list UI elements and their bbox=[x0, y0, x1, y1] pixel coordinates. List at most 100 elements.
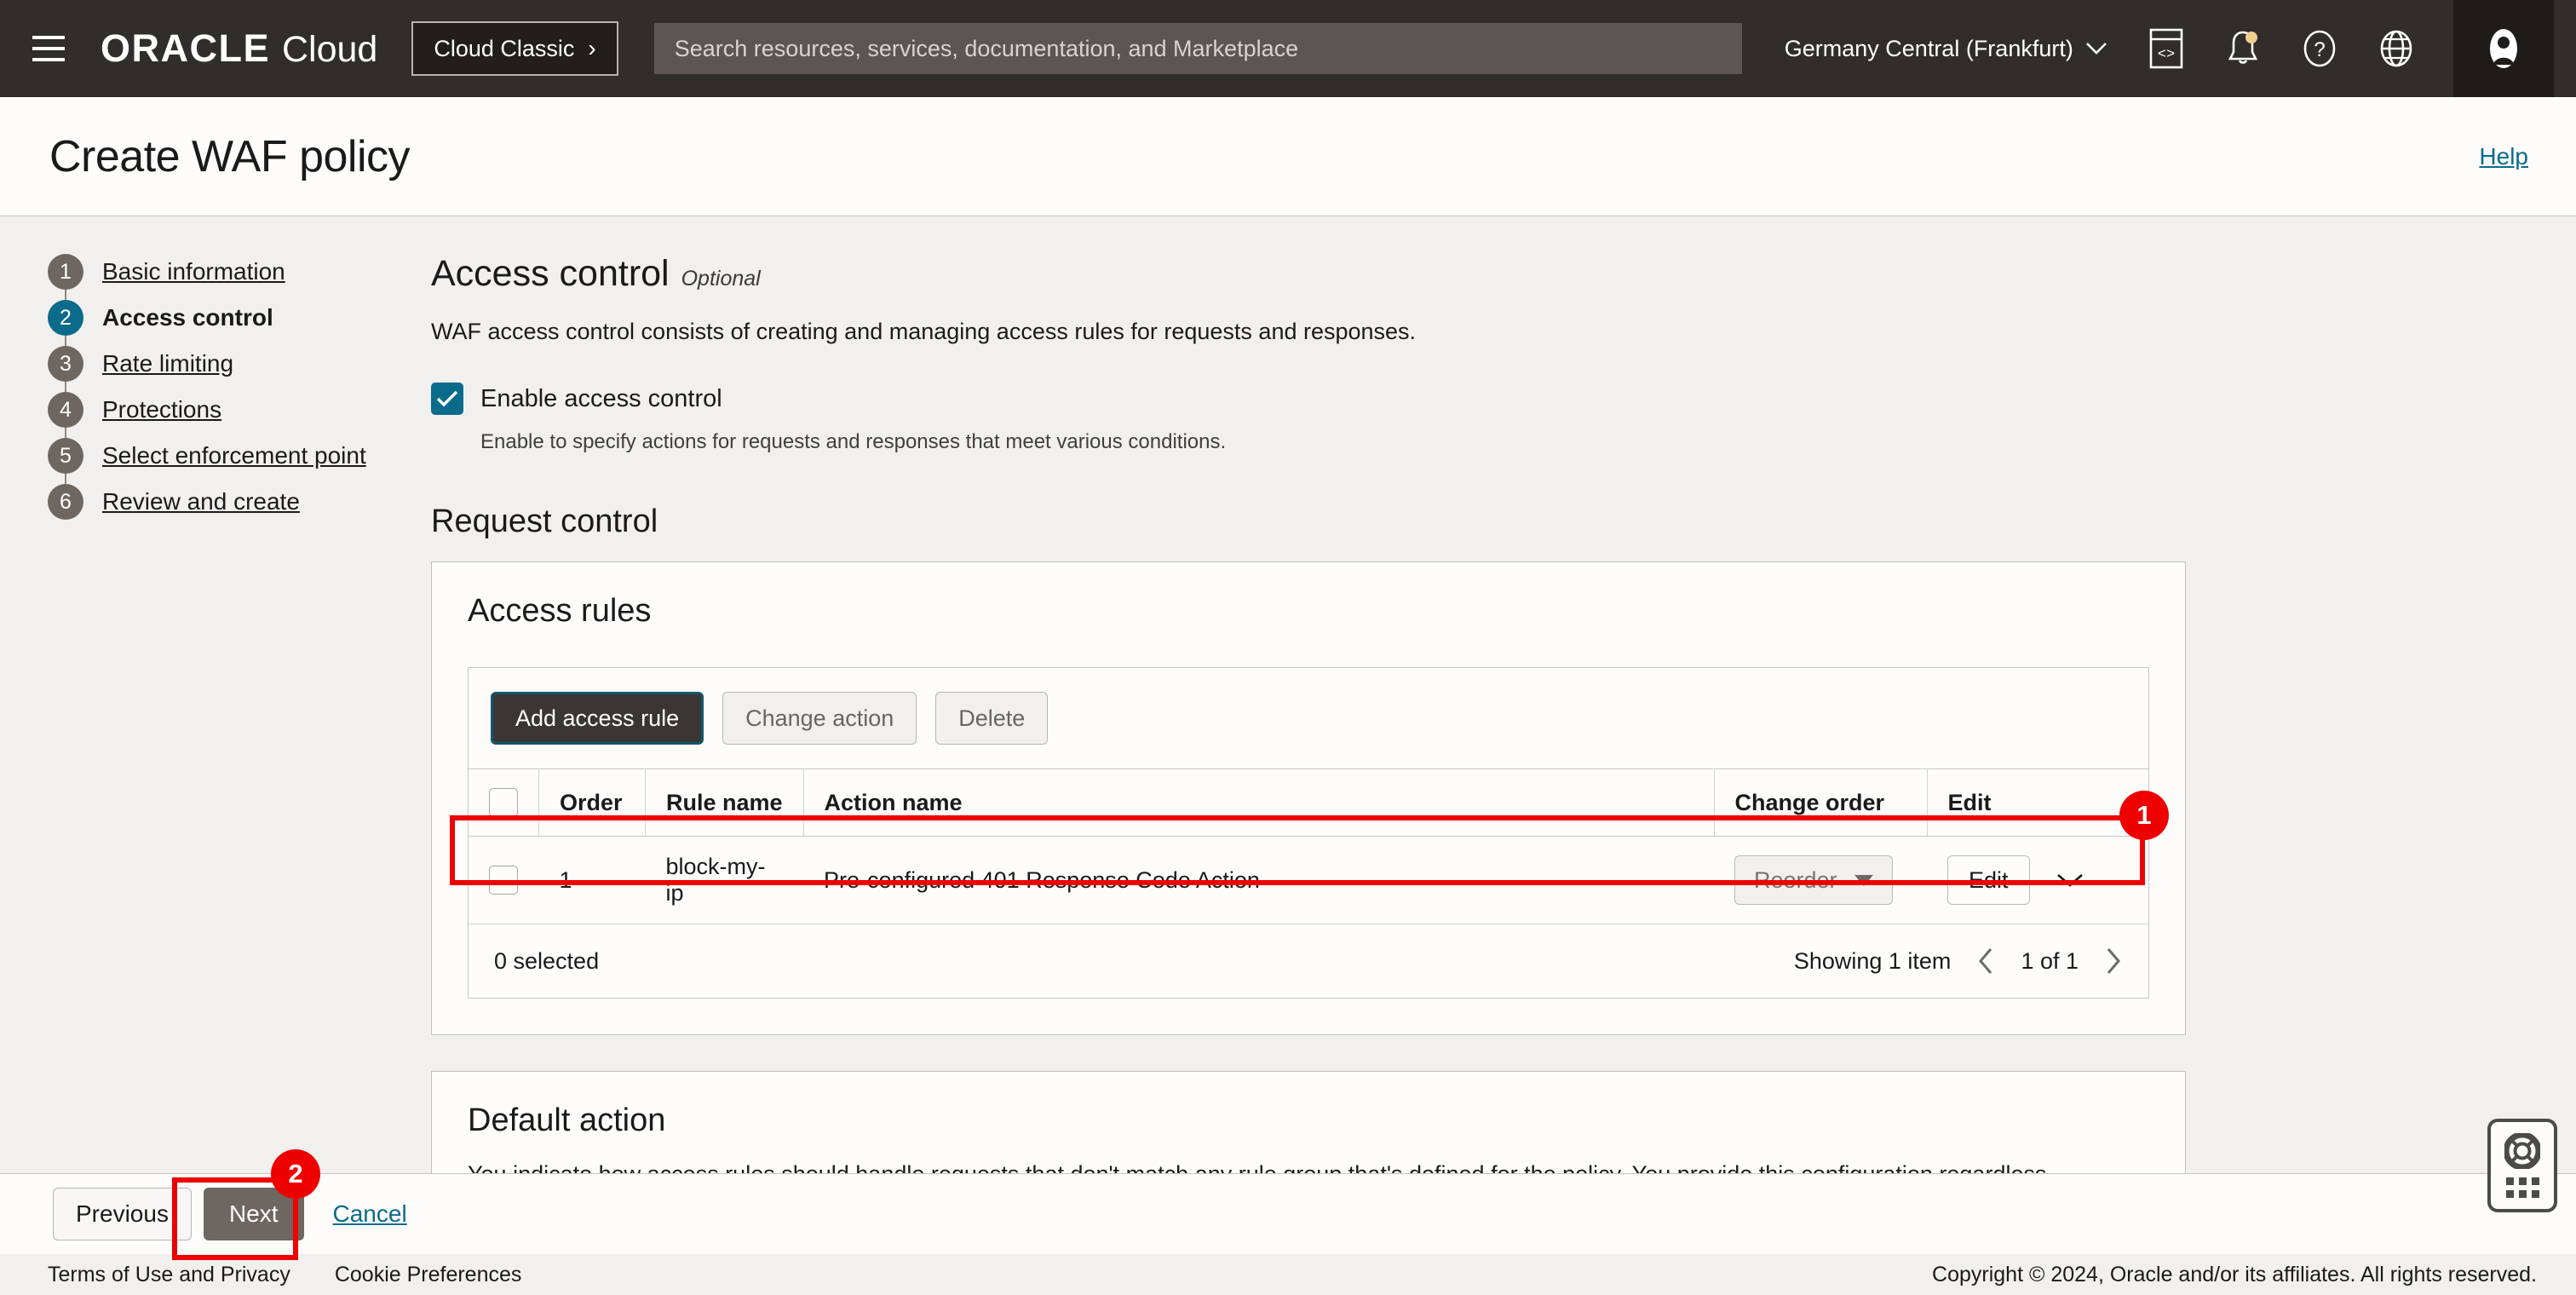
previous-page-chevron-left-icon[interactable] bbox=[1976, 947, 1995, 976]
select-all-header bbox=[469, 769, 539, 837]
dots-grid-icon bbox=[2506, 1177, 2539, 1198]
step-number-badge: 3 bbox=[48, 346, 83, 382]
selected-count-text: 0 selected bbox=[494, 948, 599, 975]
section-optional-tag: Optional bbox=[681, 267, 761, 291]
step-number-badge: 4 bbox=[48, 392, 83, 428]
page-indicator: 1 of 1 bbox=[2021, 948, 2079, 975]
access-rules-table: Order Rule name Action name Change order… bbox=[469, 768, 2148, 924]
global-search-box[interactable] bbox=[654, 23, 1742, 74]
page-title: Create WAF policy bbox=[49, 131, 410, 182]
cancel-link[interactable]: Cancel bbox=[333, 1200, 407, 1228]
access-rules-card: Access rules Add access rule Change acti… bbox=[431, 561, 2186, 1035]
row-expand-chevron-down-icon[interactable] bbox=[2056, 872, 2084, 889]
annotation-badge-2: 2 bbox=[271, 1149, 320, 1199]
sidebar-item-protections[interactable]: 4 Protections bbox=[48, 387, 405, 433]
row-select-cell bbox=[469, 837, 539, 924]
search-input[interactable] bbox=[675, 36, 1722, 62]
enable-access-control-row[interactable]: Enable access control bbox=[431, 383, 2535, 415]
region-selector[interactable]: Germany Central (Frankfurt) bbox=[1785, 36, 2107, 62]
sidebar-item-rate-limiting[interactable]: 3 Rate limiting bbox=[48, 341, 405, 387]
hamburger-menu-icon[interactable] bbox=[22, 22, 75, 75]
column-header-order: Order bbox=[539, 769, 646, 837]
chevron-down-icon bbox=[2085, 42, 2107, 55]
page-header: Create WAF policy Help bbox=[0, 97, 2576, 216]
sidebar-item-label[interactable]: Protections bbox=[102, 396, 221, 423]
user-avatar-icon bbox=[2485, 27, 2522, 70]
nav-icon-group: <> ? bbox=[2147, 29, 2416, 68]
checkmark-icon bbox=[436, 390, 458, 407]
code-editor-icon[interactable]: <> bbox=[2147, 29, 2186, 68]
sidebar-item-label[interactable]: Basic information bbox=[102, 258, 285, 285]
edit-button[interactable]: Edit bbox=[1947, 855, 2030, 905]
page-footer: Terms of Use and Privacy Cookie Preferen… bbox=[0, 1254, 2576, 1295]
cloud-classic-label: Cloud Classic bbox=[434, 36, 574, 62]
sidebar-item-access-control[interactable]: 2 Access control bbox=[48, 295, 405, 341]
enable-access-control-checkbox[interactable] bbox=[431, 383, 463, 415]
annotation-badge-1: 1 bbox=[2119, 791, 2169, 840]
default-action-title: Default action bbox=[432, 1072, 2185, 1139]
user-avatar[interactable] bbox=[2453, 0, 2554, 97]
cloud-classic-button[interactable]: Cloud Classic › bbox=[411, 21, 618, 76]
cell-order: 1 bbox=[539, 837, 646, 924]
help-link[interactable]: Help bbox=[2479, 143, 2528, 170]
add-access-rule-button[interactable]: Add access rule bbox=[491, 692, 704, 745]
top-navigation-bar: ORACLE Cloud Cloud Classic › Germany Cen… bbox=[0, 0, 2576, 97]
wizard-steps: 1 Basic information 2 Access control 3 R… bbox=[48, 249, 405, 525]
svg-text:<>: <> bbox=[2158, 47, 2175, 63]
sidebar-item-label[interactable]: Rate limiting bbox=[102, 350, 233, 377]
column-header-rule-name: Rule name bbox=[646, 769, 804, 837]
table-row[interactable]: 1 block-my-ip Pre-configured 401 Respons… bbox=[469, 837, 2148, 924]
reorder-dropdown[interactable]: Reorder bbox=[1734, 855, 1893, 905]
terms-of-use-link[interactable]: Terms of Use and Privacy bbox=[48, 1263, 290, 1287]
column-header-change-order: Change order bbox=[1714, 769, 1927, 837]
language-globe-icon[interactable] bbox=[2377, 29, 2416, 68]
enable-access-control-label[interactable]: Enable access control bbox=[480, 385, 722, 413]
step-number-badge: 6 bbox=[48, 484, 83, 520]
sidebar-item-label[interactable]: Select enforcement point bbox=[102, 442, 366, 469]
cookie-preferences-link[interactable]: Cookie Preferences bbox=[335, 1263, 522, 1287]
enable-access-control-help-text: Enable to specify actions for requests a… bbox=[480, 430, 2535, 454]
table-footer: 0 selected Showing 1 item 1 of 1 bbox=[469, 924, 2148, 998]
help-launcher-widget[interactable] bbox=[2487, 1119, 2557, 1212]
section-description: WAF access control consists of creating … bbox=[431, 319, 2535, 345]
column-header-edit: Edit bbox=[1927, 769, 2148, 837]
change-action-button[interactable]: Change action bbox=[722, 692, 917, 745]
select-all-checkbox[interactable] bbox=[489, 788, 518, 817]
pagination-controls: Showing 1 item 1 of 1 bbox=[1794, 947, 2123, 976]
step-number-badge: 1 bbox=[48, 254, 83, 290]
sidebar-item-label: Access control bbox=[102, 304, 273, 331]
brand-oracle-text: ORACLE bbox=[101, 26, 270, 71]
life-ring-icon bbox=[2504, 1133, 2540, 1169]
request-control-title: Request control bbox=[431, 504, 2535, 540]
delete-button[interactable]: Delete bbox=[935, 692, 1048, 745]
showing-items-text: Showing 1 item bbox=[1794, 948, 1952, 975]
copyright-text: Copyright © 2024, Oracle and/or its affi… bbox=[1932, 1263, 2537, 1287]
access-rules-toolbar: Add access rule Change action Delete bbox=[469, 668, 2148, 768]
svg-text:?: ? bbox=[2314, 38, 2325, 61]
step-number-badge: 5 bbox=[48, 438, 83, 474]
oracle-cloud-logo[interactable]: ORACLE Cloud bbox=[101, 26, 377, 71]
cell-edit: Edit bbox=[1927, 837, 2148, 924]
access-rules-panel: Add access rule Change action Delete Ord… bbox=[468, 667, 2149, 999]
sidebar-item-label[interactable]: Review and create bbox=[102, 488, 300, 515]
page-body: 1 Basic information 2 Access control 3 R… bbox=[0, 217, 2576, 1173]
main-content: Access control Optional WAF access contr… bbox=[431, 217, 2535, 1207]
sidebar-item-select-enforcement-point[interactable]: 5 Select enforcement point bbox=[48, 433, 405, 479]
row-select-checkbox[interactable] bbox=[489, 866, 518, 895]
caret-down-icon bbox=[1854, 875, 1873, 886]
next-page-chevron-right-icon[interactable] bbox=[2104, 947, 2123, 976]
previous-button[interactable]: Previous bbox=[53, 1188, 192, 1240]
brand-cloud-text: Cloud bbox=[282, 29, 377, 71]
access-rules-title: Access rules bbox=[432, 562, 2185, 630]
help-question-icon[interactable]: ? bbox=[2300, 29, 2339, 68]
sidebar-item-review-and-create[interactable]: 6 Review and create bbox=[48, 479, 405, 525]
column-header-action-name: Action name bbox=[803, 769, 1714, 837]
cell-change-order: Reorder bbox=[1714, 837, 1927, 924]
step-number-badge: 2 bbox=[48, 300, 83, 336]
section-title: Access control bbox=[431, 253, 670, 295]
app-root: ORACLE Cloud Cloud Classic › Germany Cen… bbox=[0, 0, 2576, 1295]
table-header-row: Order Rule name Action name Change order… bbox=[469, 769, 2148, 837]
region-label: Germany Central (Frankfurt) bbox=[1785, 36, 2073, 62]
sidebar-item-basic-information[interactable]: 1 Basic information bbox=[48, 249, 405, 295]
notifications-bell-icon[interactable] bbox=[2223, 29, 2263, 68]
